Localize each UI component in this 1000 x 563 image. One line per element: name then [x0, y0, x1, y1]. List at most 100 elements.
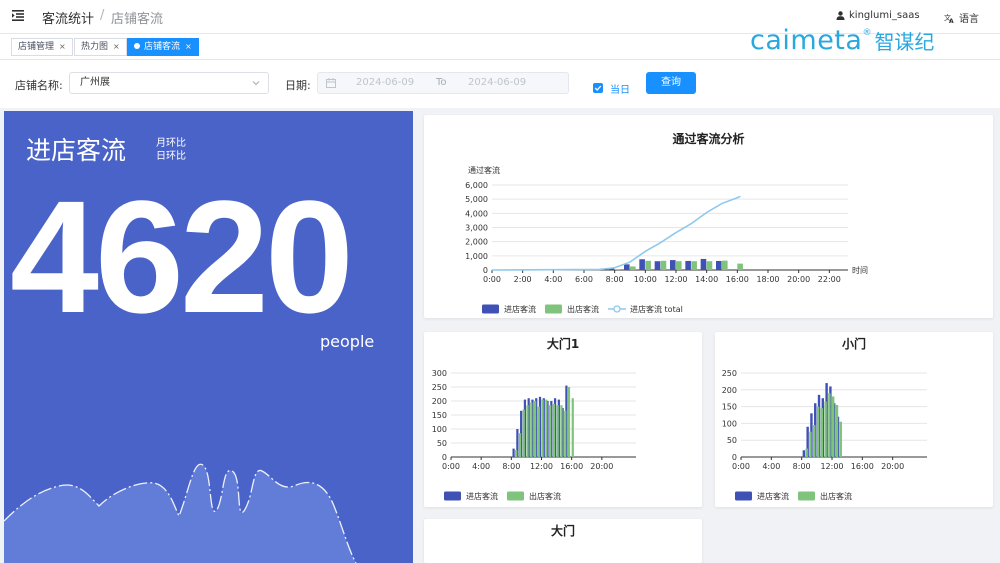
traffic-analysis-chart[interactable]: 0 1,000 2,000 3,000 4,000 5,000 6,000 0:00 2:00 4… [424, 115, 993, 318]
bar [522, 409, 525, 457]
today-checkbox[interactable] [593, 83, 603, 93]
y-tick-label: 250 [722, 369, 737, 378]
close-icon[interactable]: × [185, 42, 192, 51]
y-tick-label: 6,000 [465, 181, 488, 190]
close-icon[interactable]: × [113, 42, 120, 51]
small-gate-traffic-chart[interactable]: 0 50 100 150 200 250 0:00 4:00 8:00 12:00 16:00 20:… [715, 332, 993, 507]
bar [537, 406, 540, 457]
tag-heatmap[interactable]: 热力图 × [74, 38, 127, 56]
bar [645, 260, 651, 270]
logo-chinese-text: 智谋纪 [874, 30, 935, 54]
y-axis-title: 通过客流 [468, 165, 500, 175]
x-tick-label: 12:00 [664, 275, 687, 284]
x-tick-label: 0:00 [442, 462, 460, 471]
bar [809, 431, 812, 457]
x-tick-label: 0:00 [732, 462, 750, 471]
bar [820, 408, 824, 457]
traffic-analysis-card: 通过客流分析 0 1,000 2,000 3,000 4,000 5,000 6,000 0:… [424, 115, 993, 318]
bar [737, 263, 743, 270]
gate1-traffic-chart[interactable]: 0 50 100 150 200 250 300 0:00 4:00 8:00 12:00 16:00… [424, 332, 702, 507]
bar [716, 260, 722, 270]
legend-label: 出店客流 [820, 491, 852, 501]
query-button[interactable]: 查询 [646, 72, 696, 94]
menu-fold-icon[interactable] [12, 10, 24, 21]
y-tick-label: 0 [732, 453, 737, 462]
gate1-traffic-card: 大门1 0 50 100 150 200 250 300 0:00 4:00 8:00 12:00 1… [424, 332, 702, 507]
main-gate-traffic-card: 大门 [424, 519, 702, 563]
y-tick-label: 1,000 [465, 252, 488, 261]
bar [515, 450, 518, 457]
y-tick-label: 0 [483, 266, 488, 275]
breadcrumb-parent[interactable]: 客流统计 [42, 8, 94, 27]
y-tick-label: 200 [432, 397, 447, 406]
bar [670, 260, 676, 270]
bar [567, 387, 571, 457]
x-tick-label: 20:00 [590, 462, 613, 471]
bar [560, 405, 563, 457]
date-range-picker[interactable]: 2024-06-09 To 2024-06-09 [317, 72, 569, 94]
store-select-value: 广州展 [80, 77, 110, 88]
x-tick-label: 0:00 [483, 275, 501, 284]
x-tick-label: 4:00 [544, 275, 562, 284]
close-icon[interactable]: × [59, 42, 66, 51]
bar [549, 405, 552, 457]
bar [533, 401, 537, 457]
today-checkbox-label[interactable]: 当日 [610, 81, 630, 96]
bar [630, 266, 636, 270]
bar [624, 264, 630, 270]
summary-title: 进店客流 [26, 136, 127, 165]
tag-label: 热力图 [81, 42, 109, 52]
filter-bar: 店铺名称: 广州展 日期: 2024-06-09 To 2024-06-09 当… [0, 60, 1000, 108]
y-tick-label: 4,000 [465, 209, 488, 218]
bar [556, 405, 559, 457]
bar [639, 259, 645, 270]
x-tick-label: 12:00 [820, 462, 843, 471]
bar [654, 261, 661, 270]
date-range-separator: To [436, 77, 447, 88]
y-tick-label: 0 [442, 453, 447, 462]
tag-store-management[interactable]: 店铺管理 × [11, 38, 73, 56]
y-tick-label: 150 [722, 403, 737, 412]
legend-label: 出店客流 [529, 491, 561, 501]
y-tick-label: 100 [432, 425, 447, 434]
active-dot-icon [134, 43, 140, 49]
tag-store-traffic[interactable]: 店铺客流 × [127, 38, 199, 56]
y-tick-label: 5,000 [465, 195, 488, 204]
x-tick-label: 10:00 [634, 275, 657, 284]
x-tick-label: 8:00 [793, 462, 811, 471]
x-tick-label: 14:00 [695, 275, 718, 284]
date-start-input[interactable]: 2024-06-09 [356, 77, 414, 88]
bar [545, 399, 548, 457]
chevron-down-icon [252, 81, 260, 86]
x-axis-title: 时间 [852, 265, 868, 275]
entry-traffic-summary-panel: 进店客流 月环比 日环比 4620 people [4, 111, 413, 563]
entry-traffic-count: 4620 [10, 167, 354, 346]
x-tick-label: 22:00 [818, 275, 841, 284]
check-icon [594, 85, 602, 91]
svg-text:A: A [949, 18, 954, 23]
y-tick-label: 2,000 [465, 238, 488, 247]
small-gate-traffic-card: 小门 0 50 100 150 200 250 0:00 4:00 8:00 12:00 16:00… [715, 332, 993, 507]
legend-label: 进店客流 [504, 304, 536, 314]
x-tick-label: 4:00 [762, 462, 780, 471]
bar [541, 399, 544, 457]
tag-label: 店铺客流 [144, 42, 181, 52]
bar [564, 410, 567, 457]
legend-swatch [798, 491, 815, 501]
bar [691, 261, 697, 270]
bar [839, 421, 842, 457]
store-select[interactable]: 广州展 [69, 72, 269, 94]
x-tick-label: 20:00 [787, 275, 810, 284]
x-tick-label: 16:00 [851, 462, 874, 471]
legend-swatch [545, 304, 562, 314]
date-end-input[interactable]: 2024-06-09 [468, 77, 526, 88]
legend-swatch [613, 305, 621, 313]
language-switch[interactable]: 文 A 语言 [944, 10, 979, 26]
bar [824, 401, 827, 457]
brand-logo: caimeta ® 智谋纪 [750, 26, 934, 58]
user-menu[interactable]: kinglumi_saas [836, 10, 920, 21]
bar [685, 260, 691, 270]
y-tick-label: 100 [722, 419, 737, 428]
store-name-label: 店铺名称: [15, 79, 63, 92]
legend-label: 进店客流 [466, 491, 498, 501]
